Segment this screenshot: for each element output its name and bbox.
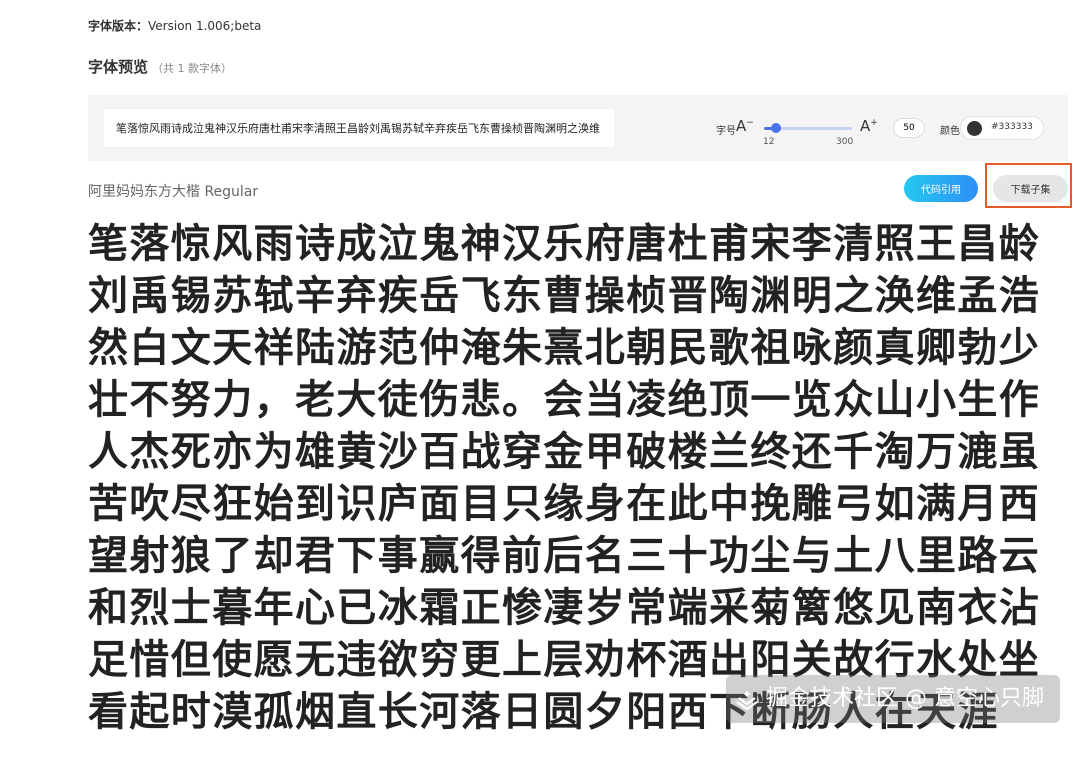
- font-size-slider[interactable]: [764, 123, 852, 133]
- font-name: 阿里妈妈东方大楷 Regular: [88, 184, 259, 200]
- font-version: 字体版本：Version 1.006;beta: [88, 17, 261, 34]
- download-subset-button[interactable]: 下载子集: [993, 175, 1068, 202]
- juejin-logo-icon: [736, 691, 758, 710]
- decrease-size-button[interactable]: A−: [736, 117, 754, 135]
- font-version-value: Version 1.006;beta: [148, 19, 262, 33]
- color-hex-value: #333333: [991, 122, 1033, 132]
- slider-max-label: 300: [836, 137, 854, 147]
- plus-icon: +: [870, 118, 878, 128]
- watermark: 掘金技术社区 @ 意空心只脚: [726, 675, 1060, 723]
- decrease-size-letter: A: [736, 117, 747, 135]
- preview-heading: 字体预览 （共 1 款字体）: [88, 56, 232, 77]
- preview-toolbar: 字号 A− 12 300 A+ 颜色 #333333: [88, 95, 1068, 161]
- preview-title: 字体预览: [88, 58, 149, 76]
- font-size-label: 字号: [716, 126, 736, 137]
- increase-size-button[interactable]: A+: [860, 117, 878, 135]
- color-label: 颜色: [940, 126, 960, 137]
- font-version-label: 字体版本：: [88, 19, 149, 33]
- slider-min-label: 12: [763, 137, 775, 147]
- minus-icon: −: [746, 118, 754, 128]
- font-size-input[interactable]: [893, 118, 925, 138]
- increase-size-letter: A: [860, 117, 871, 135]
- watermark-text: 掘金技术社区 @ 意空心只脚: [766, 686, 1044, 711]
- slider-thumb[interactable]: [770, 123, 781, 133]
- preview-count: （共 1 款字体）: [152, 62, 233, 75]
- sample-text-input[interactable]: [104, 109, 614, 147]
- color-swatch: [967, 121, 982, 136]
- color-picker[interactable]: #333333: [960, 116, 1044, 140]
- code-cite-button[interactable]: 代码引用: [904, 175, 978, 202]
